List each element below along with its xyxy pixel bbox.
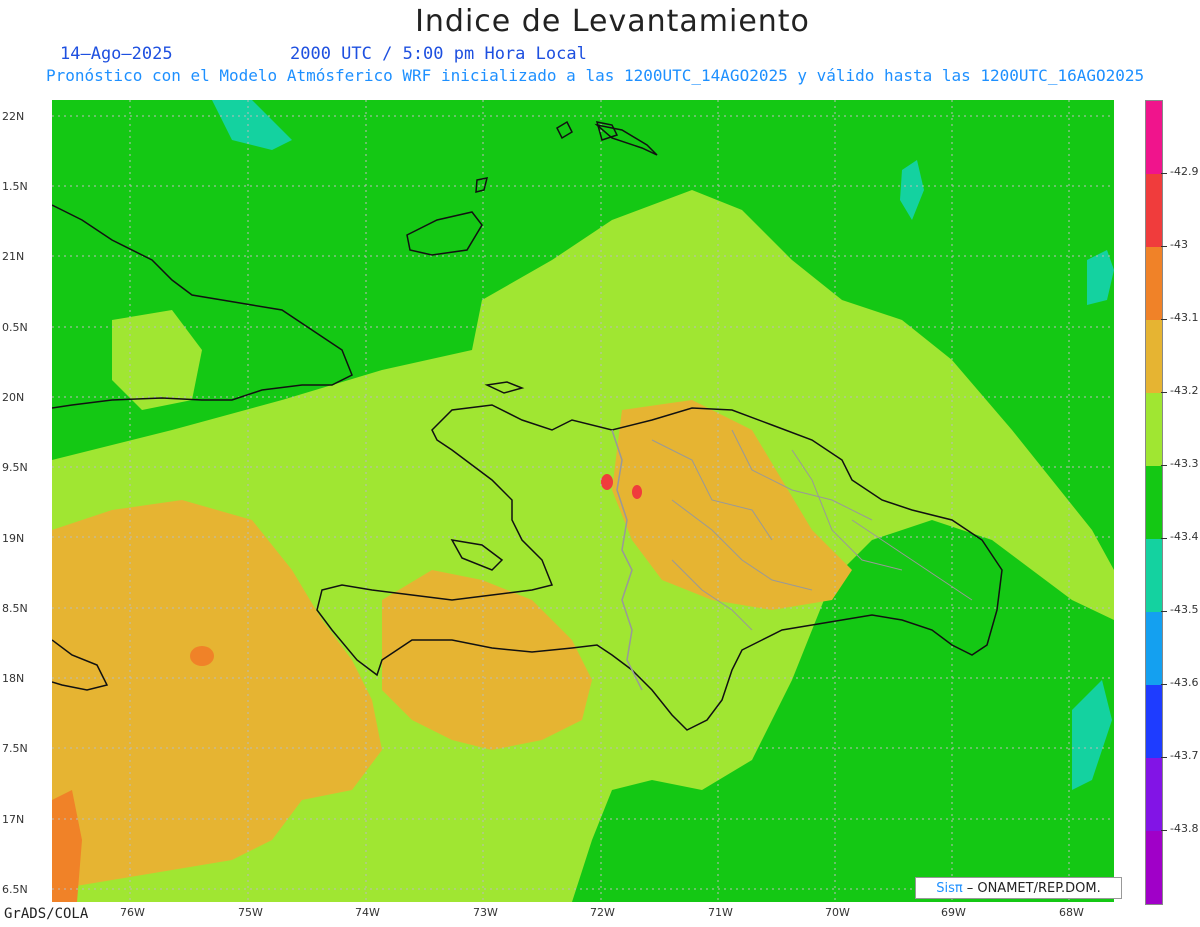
lat-label: 7.5N — [2, 742, 28, 755]
lon-label: 69W — [941, 906, 966, 919]
lat-label: 18N — [2, 672, 25, 685]
lat-label: 0.5N — [2, 321, 28, 334]
lat-label: 9.5N — [2, 461, 28, 474]
colorbar-label: -43.4 — [1170, 530, 1199, 543]
colorbar-swatch — [1146, 466, 1162, 539]
forecast-date: 14–Ago–2025 — [60, 44, 173, 64]
lon-label: 68W — [1059, 906, 1084, 919]
lon-label: 73W — [473, 906, 498, 919]
colorbar-label: -43.7 — [1170, 749, 1199, 762]
colorbar-swatch — [1146, 685, 1162, 758]
lat-label: 1.5N — [2, 180, 28, 193]
lon-label: 74W — [355, 906, 380, 919]
field-red — [632, 485, 642, 499]
colorbar-swatch — [1146, 612, 1162, 685]
colorbar-swatch — [1146, 247, 1162, 320]
lon-label: 72W — [590, 906, 615, 919]
lat-label: 21N — [2, 250, 25, 263]
colorbar-label: -43.1 — [1170, 311, 1199, 324]
lat-label: 22N — [2, 110, 25, 123]
colorbar-swatch — [1146, 320, 1162, 393]
lon-label: 70W — [825, 906, 850, 919]
attribution-text: – ONAMET/REP.DOM. — [966, 880, 1101, 896]
colorbar-swatch — [1146, 101, 1162, 174]
colorbar-label: -43.6 — [1170, 676, 1199, 689]
sis-logo-text: Sisπ — [936, 880, 963, 896]
lifted-index-map — [52, 100, 1114, 902]
colorbar-swatch — [1146, 393, 1162, 466]
field-dark-orange — [190, 646, 214, 666]
colorbar — [1145, 100, 1163, 905]
lat-label: 8.5N — [2, 602, 28, 615]
colorbar-swatch — [1146, 539, 1162, 612]
field-red — [601, 474, 613, 490]
colorbar-label: -43.5 — [1170, 603, 1199, 616]
grads-credit: GrADS/COLA — [4, 906, 89, 922]
lat-label: 6.5N — [2, 883, 28, 896]
forecast-subtitle: Pronóstico con el Modelo Atmósferico WRF… — [46, 66, 1145, 85]
colorbar-label: -43.8 — [1170, 822, 1199, 835]
colorbar-label: -42.9 — [1170, 165, 1199, 178]
lon-label: 75W — [238, 906, 263, 919]
lon-label: 76W — [120, 906, 145, 919]
colorbar-label: -43.2 — [1170, 384, 1199, 397]
colorbar-swatch — [1146, 831, 1162, 904]
lat-label: 17N — [2, 813, 25, 826]
lon-label: 71W — [708, 906, 733, 919]
attribution-box: Sisπ – ONAMET/REP.DOM. — [915, 877, 1122, 899]
lat-label: 19N — [2, 532, 25, 545]
colorbar-label: -43 — [1170, 238, 1188, 251]
lat-label: 20N — [2, 391, 25, 404]
forecast-time: 2000 UTC / 5:00 pm Hora Local — [290, 44, 587, 64]
map-title: Indice de Levantamiento — [415, 4, 810, 39]
colorbar-swatch — [1146, 174, 1162, 247]
colorbar-swatch — [1146, 758, 1162, 831]
colorbar-label: -43.3 — [1170, 457, 1199, 470]
